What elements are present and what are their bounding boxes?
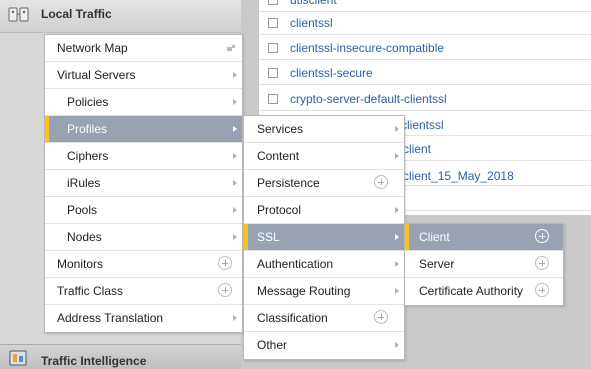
chevron-right-icon — [233, 72, 237, 78]
profile-link[interactable]: client_15_May_2018 — [403, 169, 514, 183]
chevron-right-icon — [233, 180, 237, 186]
local-traffic-header[interactable]: Local Traffic — [0, 0, 241, 33]
menu-item-client[interactable]: Client — [405, 224, 563, 251]
menu-item-label: Services — [257, 122, 304, 136]
menu-item-label: Traffic Class — [57, 284, 124, 298]
chevron-right-icon — [233, 315, 237, 321]
chevron-right-icon — [233, 99, 237, 105]
menu-item-nodes[interactable]: Nodes — [45, 224, 242, 251]
menu-item-label: iRules — [67, 176, 101, 190]
chevron-right-icon — [395, 153, 399, 159]
menu-item-label: SSL — [257, 230, 280, 244]
row-checkbox[interactable] — [268, 43, 278, 53]
menu-item-label: Client — [419, 230, 450, 244]
ssl-submenu: Client Server Certificate Authority — [404, 223, 564, 306]
menu-item-authentication[interactable]: Authentication — [244, 251, 404, 278]
menu-item-label: Virtual Servers — [57, 68, 136, 82]
menu-item-label: Content — [257, 149, 300, 163]
menu-item-certificate-authority[interactable]: Certificate Authority — [405, 278, 563, 305]
menu-item-label: Network Map — [57, 41, 128, 55]
menu-item-traffic-class[interactable]: Traffic Class — [45, 278, 242, 305]
local-traffic-icon — [8, 7, 29, 22]
chevron-right-icon — [233, 207, 237, 213]
menu-item-label: Address Translation — [57, 311, 164, 325]
menu-item-label: Profiles — [67, 122, 108, 136]
list-item[interactable]: crypto-server-default-clientssl — [259, 86, 591, 111]
add-icon[interactable] — [535, 229, 549, 243]
chevron-right-icon — [395, 342, 399, 348]
menu-item-label: Server — [419, 257, 455, 271]
add-icon[interactable] — [535, 283, 549, 297]
list-item[interactable]: clientssl-insecure-compatible — [259, 35, 591, 60]
profile-link[interactable]: dtlsclient — [290, 0, 337, 7]
menu-item-label: Message Routing — [257, 284, 351, 298]
menu-item-message-routing[interactable]: Message Routing — [244, 278, 404, 305]
row-checkbox[interactable] — [268, 68, 278, 78]
traffic-intelligence-icon — [9, 350, 27, 366]
menu-item-other[interactable]: Other — [244, 332, 404, 359]
menu-item-content[interactable]: Content — [244, 143, 404, 170]
menu-item-persistence[interactable]: Persistence — [244, 170, 404, 197]
menu-item-label: Policies — [67, 95, 109, 109]
menu-item-label: Persistence — [257, 176, 320, 190]
list-item[interactable]: clientssl-secure — [259, 60, 591, 85]
add-icon[interactable] — [218, 256, 232, 270]
menu-item-label: Nodes — [67, 230, 102, 244]
menu-item-policies[interactable]: Policies — [45, 89, 242, 116]
add-icon[interactable] — [218, 283, 232, 297]
menu-item-label: Pools — [67, 203, 98, 217]
menu-item-virtual-servers[interactable]: Virtual Servers — [45, 62, 242, 89]
add-icon[interactable] — [374, 175, 388, 189]
traffic-intelligence-label: Traffic Intelligence — [41, 354, 147, 368]
row-checkbox[interactable] — [268, 0, 278, 5]
traffic-intelligence-header[interactable]: Traffic Intelligence — [0, 344, 241, 369]
menu-item-ssl[interactable]: SSL — [244, 224, 404, 251]
chevron-right-icon — [233, 153, 237, 159]
menu-item-label: Ciphers — [67, 149, 109, 163]
menu-item-label: Authentication — [257, 257, 334, 271]
profile-link[interactable]: clientssl-secure — [290, 66, 373, 80]
chevron-right-icon — [395, 207, 399, 213]
menu-item-label: Protocol — [257, 203, 302, 217]
local-traffic-menu: Network Map Virtual Servers Policies Pro… — [44, 34, 243, 333]
menu-item-profiles[interactable]: Profiles — [45, 116, 242, 143]
menu-item-label: Other — [257, 338, 288, 352]
row-checkbox[interactable] — [268, 94, 278, 104]
menu-item-ciphers[interactable]: Ciphers — [45, 143, 242, 170]
profile-link[interactable]: clientssl — [290, 16, 333, 30]
menu-item-classification[interactable]: Classification — [244, 305, 404, 332]
profile-link[interactable]: clientssl-insecure-compatible — [290, 41, 444, 55]
profile-link[interactable]: crypto-server-default-clientssl — [290, 92, 447, 106]
menu-item-address-translation[interactable]: Address Translation — [45, 305, 242, 332]
menu-item-label: Classification — [257, 311, 328, 325]
chevron-right-icon — [395, 261, 399, 267]
chevron-right-icon — [233, 126, 237, 132]
menu-item-pools[interactable]: Pools — [45, 197, 242, 224]
local-traffic-label: Local Traffic — [41, 7, 112, 21]
list-item[interactable]: clientssl — [259, 10, 591, 35]
profile-link[interactable]: clientssl — [401, 118, 444, 132]
chevron-right-icon — [395, 288, 399, 294]
menu-item-protocol[interactable]: Protocol — [244, 197, 404, 224]
menu-item-label: Certificate Authority — [419, 284, 524, 298]
row-checkbox[interactable] — [268, 18, 278, 28]
profiles-submenu: Services Content Persistence Protocol SS… — [243, 115, 405, 360]
menu-item-network-map[interactable]: Network Map — [45, 35, 242, 62]
menu-item-irules[interactable]: iRules — [45, 170, 242, 197]
chevron-right-icon — [395, 234, 399, 240]
menu-item-label: Monitors — [57, 257, 104, 271]
profile-link[interactable]: client — [403, 142, 431, 156]
add-icon[interactable] — [535, 256, 549, 270]
chevron-right-icon — [395, 126, 399, 132]
menu-item-server[interactable]: Server — [405, 251, 563, 278]
network-map-icon — [227, 45, 235, 51]
add-icon[interactable] — [374, 310, 388, 324]
menu-item-services[interactable]: Services — [244, 116, 404, 143]
chevron-right-icon — [233, 234, 237, 240]
menu-item-monitors[interactable]: Monitors — [45, 251, 242, 278]
